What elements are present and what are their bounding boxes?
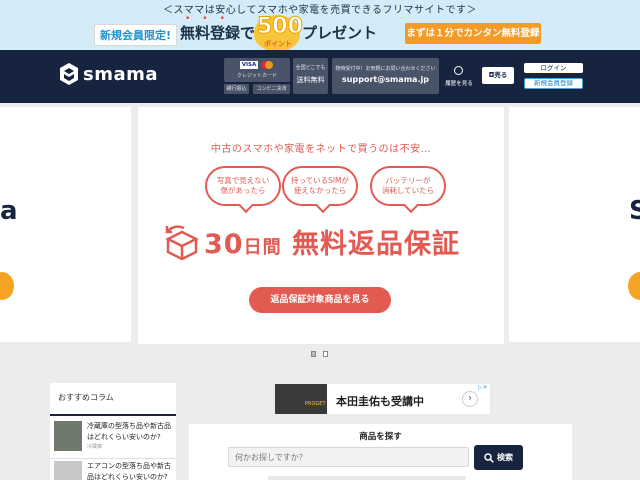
carousel-slide-next[interactable] — [509, 107, 640, 342]
carousel-slide-prev[interactable] — [0, 107, 131, 342]
login-button[interactable]: ログイン — [524, 63, 583, 73]
search-button-label: 検索 — [497, 453, 513, 462]
convenience-pay-badge: コンビニ決済 — [253, 84, 290, 94]
concern-bubble: バッテリーが 消耗していたら — [370, 166, 446, 206]
column-thumbnail[interactable] — [54, 461, 82, 480]
slide-question: 中古のスマホや家電をネットで買うのは不安… — [210, 144, 432, 155]
return-box-icon — [165, 225, 199, 260]
sell-button[interactable]: ◘売る — [482, 67, 514, 84]
next-slide-text: S — [629, 196, 640, 226]
column-title[interactable]: 冷蔵庫の型落ち品や新古品はどれくらい安いのか? — [87, 421, 173, 442]
support-email[interactable]: support@smama.jp — [332, 75, 439, 84]
logo-text: smama — [83, 63, 159, 85]
concern-bubble: 写真で見えない 傷があったら — [205, 166, 281, 206]
column-separator — [50, 458, 176, 459]
search-icon — [484, 452, 494, 463]
chevron-right-icon[interactable]: › — [462, 391, 478, 407]
register-button[interactable]: 新規会員登録 — [524, 78, 583, 89]
search-input[interactable] — [228, 447, 469, 467]
cube-logo-icon — [60, 63, 78, 85]
search-subbar — [268, 476, 466, 480]
column-category: 冷蔵庫 — [87, 444, 103, 450]
guarantee-headline: 30日間 無料返品保証 — [204, 222, 460, 261]
history-link[interactable]: 履歴を見る — [445, 79, 473, 87]
promo-register-button[interactable]: まずは１分でカンタン無料登録 — [405, 23, 541, 44]
points-label: ポイント — [264, 40, 292, 48]
columns-divider — [50, 414, 176, 416]
column-title[interactable]: エアコンの型落ち品や新古品はどれくらい安いのか? — [87, 461, 173, 480]
shipping-note: 全国どこでも — [295, 65, 326, 71]
shipping-free: 送料無料 — [296, 76, 325, 84]
mastercard-icon-overlap — [265, 61, 273, 69]
carousel-dot-1[interactable] — [311, 351, 316, 357]
credit-card-label: クレジットカード — [236, 73, 277, 79]
column-thumbnail[interactable] — [54, 421, 82, 451]
prev-slide-text: a — [0, 196, 18, 226]
ad-choices-icon[interactable]: ▷✕ — [478, 384, 488, 391]
carousel-dot-2[interactable] — [323, 351, 328, 357]
guarantee-unit: 日間 — [243, 237, 282, 258]
search-title: 商品を探す — [359, 432, 402, 442]
columns-title: おすすめコラム — [58, 393, 114, 402]
promo-tagline: ＜スママは安心してスマホや家電を売買できるフリマサイトです＞ — [163, 5, 477, 16]
promo-member-label: 新規会員限定! — [94, 24, 178, 46]
promo-headline-post: プレゼント — [302, 24, 378, 42]
ad-title[interactable]: 本田圭佑も受講中 — [336, 393, 424, 409]
promo-headline-pre: 無料登録で — [180, 24, 256, 42]
concern-bubble: 持っているSIMが 使えなかったら — [282, 166, 358, 206]
search-button[interactable]: 検索 — [474, 445, 523, 470]
bank-transfer-badge: 銀行振込 — [224, 84, 249, 94]
points-number: 500 — [257, 14, 304, 40]
guarantee-text: 無料返品保証 — [291, 229, 460, 260]
sell-label: 売る — [494, 71, 508, 79]
return-guarantee-button[interactable]: 返品保証対象商品を見る — [249, 287, 391, 313]
ad-image-text: PROGET — [305, 401, 326, 407]
clock-icon[interactable] — [454, 66, 463, 75]
site-logo[interactable]: smama — [59, 62, 158, 86]
visa-icon: VISA — [240, 61, 258, 69]
support-note: 随時受付中！お気軽にお問い合わせください — [335, 66, 436, 72]
guarantee-days: 30 — [204, 229, 244, 260]
ad-image[interactable] — [275, 384, 327, 414]
